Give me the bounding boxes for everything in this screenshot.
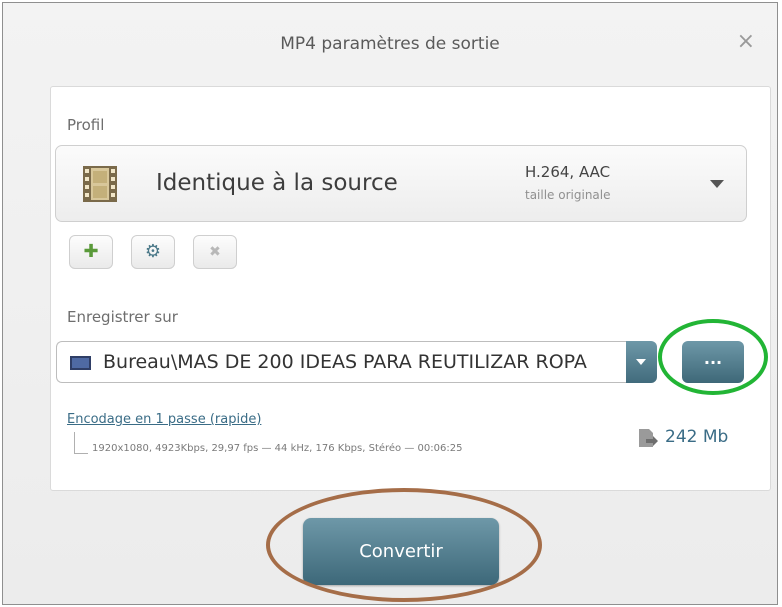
save-path-dropdown[interactable] (626, 341, 657, 383)
delete-icon: ✖ (209, 244, 221, 260)
save-path-field[interactable]: Bureau\MAS DE 200 IDEAS PARA REUTILIZAR … (56, 341, 626, 383)
save-to-label: Enregistrer sur (67, 308, 178, 326)
profile-label: Profil (67, 116, 105, 134)
convert-button[interactable]: Convertir (303, 518, 499, 585)
gear-icon: ⚙ (144, 241, 162, 262)
file-size-icon (639, 429, 658, 447)
chevron-down-icon (636, 359, 646, 365)
tree-connector (74, 432, 88, 454)
encoding-mode-link[interactable]: Encodage en 1 passe (rapide) (67, 412, 261, 427)
save-path-text: Bureau\MAS DE 200 IDEAS PARA REUTILIZAR … (103, 351, 587, 373)
browse-button[interactable]: ... (682, 341, 744, 383)
profile-codec: H.264, AAC (525, 163, 611, 181)
encoding-details: 1920x1080, 4923Kbps, 29,97 fps — 44 kHz,… (92, 443, 463, 454)
dialog-title: MP4 paramètres de sortie (280, 34, 500, 54)
title-bar: MP4 paramètres de sortie × (3, 3, 777, 91)
film-icon (83, 166, 117, 202)
delete-profile-button[interactable]: ✖ (193, 235, 237, 269)
estimated-size: 242 Mb (665, 427, 729, 447)
profile-dropdown[interactable]: Identique à la source H.264, AAC taille … (55, 145, 747, 222)
profile-settings-button[interactable]: ⚙ (131, 235, 175, 269)
chevron-down-icon (710, 180, 724, 188)
add-profile-button[interactable]: ✚ (69, 235, 113, 269)
monitor-icon (70, 356, 91, 370)
plus-icon: ✚ (83, 241, 99, 262)
profile-name: Identique à la source (156, 170, 398, 196)
close-icon[interactable]: × (737, 31, 755, 53)
profile-size-note: taille originale (525, 188, 611, 202)
